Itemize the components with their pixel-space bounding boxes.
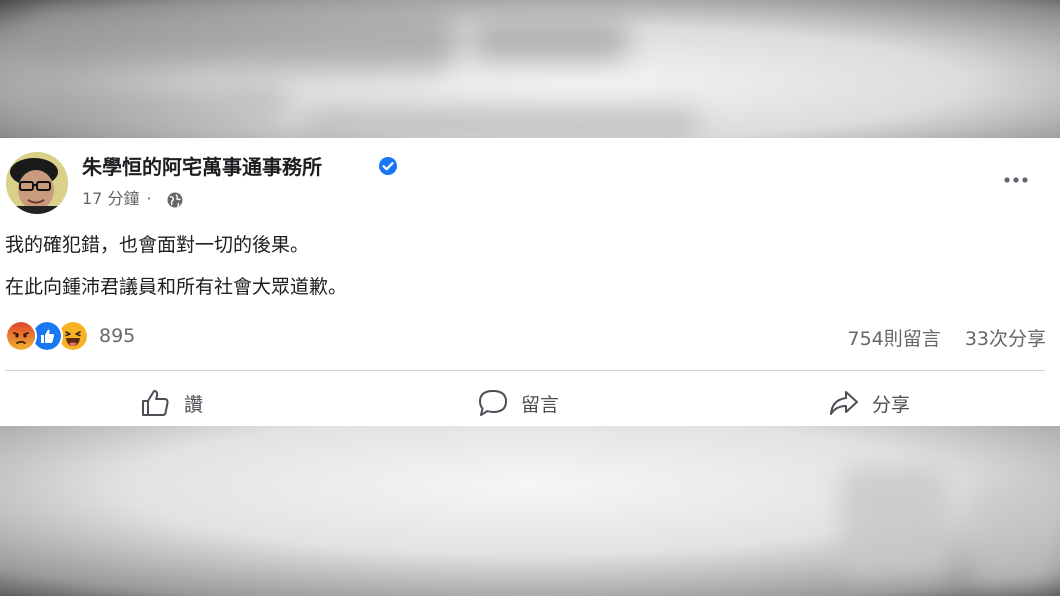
comment-button-label: 留言 [521, 393, 560, 416]
comment-button[interactable]: 留言 [477, 386, 559, 420]
comments-count-link[interactable]: 754則留言 [848, 328, 941, 350]
more-options-icon[interactable] [1000, 168, 1032, 192]
thumbs-up-icon [142, 390, 169, 416]
like-button[interactable]: 讚 [140, 386, 203, 420]
post-author-name[interactable]: 朱學恒的阿宅萬事通事務所 [82, 155, 322, 179]
post-meta: 17 分鐘 · [82, 188, 154, 210]
screenshot-stage: 朱學恒的阿宅萬事通事務所 17 分鐘 · 我的確犯錯，也會面對一切的後果。 在此… [0, 0, 1060, 596]
facebook-post-card: 朱學恒的阿宅萬事通事務所 17 分鐘 · 我的確犯錯，也會面對一切的後果。 在此… [0, 138, 1060, 426]
like-button-label: 讚 [184, 393, 204, 416]
post-timestamp[interactable]: 17 分鐘 [82, 189, 139, 208]
reaction-count: 895 [99, 325, 136, 347]
globe-icon[interactable] [166, 191, 184, 209]
verified-badge-icon [379, 157, 397, 175]
engagement-stats: 754則留言 33次分享 [830, 324, 1047, 351]
share-button[interactable]: 分享 [828, 386, 910, 420]
reactions-summary[interactable]: 895 [5, 320, 136, 352]
share-button-label: 分享 [872, 393, 911, 416]
blurred-background-bottom [0, 426, 1060, 596]
speech-bubble-icon [479, 390, 507, 416]
action-bar-divider [5, 370, 1045, 371]
meta-separator: · [146, 189, 152, 208]
shares-count-link[interactable]: 33次分享 [965, 328, 1046, 350]
post-body-line: 在此向鍾沛君議員和所有社會大眾道歉。 [5, 276, 348, 298]
author-avatar[interactable] [6, 152, 68, 214]
blurred-background-top [0, 0, 1060, 138]
post-body-line: 我的確犯錯，也會面對一切的後果。 [5, 234, 310, 256]
angry-reaction-icon [5, 320, 37, 352]
share-arrow-icon [830, 391, 858, 415]
